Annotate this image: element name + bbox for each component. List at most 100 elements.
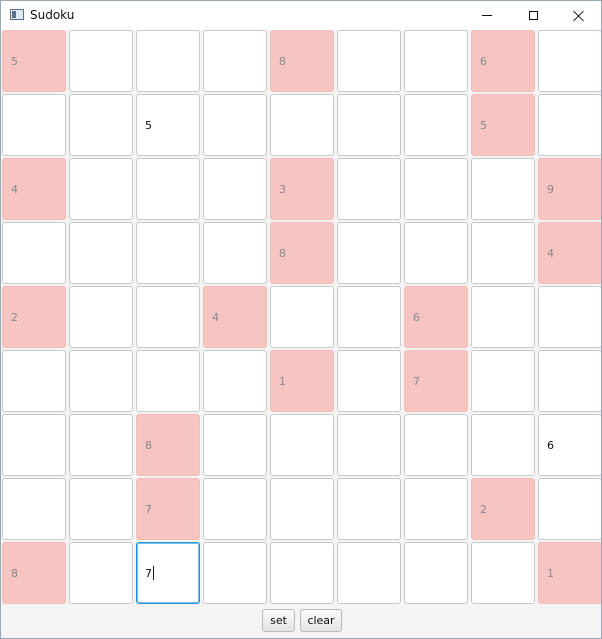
cell-r6-c7[interactable]: 7 <box>404 350 468 412</box>
cell-r3-c4[interactable] <box>203 158 267 220</box>
cell-r4-c8[interactable] <box>471 222 535 284</box>
cell-r6-c6[interactable] <box>337 350 401 412</box>
cell-r7-c9[interactable]: 6 <box>538 414 601 476</box>
cell-r3-c6[interactable] <box>337 158 401 220</box>
minimize-button[interactable] <box>464 1 510 30</box>
cell-value: 6 <box>480 54 487 68</box>
cell-r6-c2[interactable] <box>69 350 133 412</box>
cell-r5-c4[interactable]: 4 <box>203 286 267 348</box>
cell-r1-c9[interactable] <box>538 30 601 92</box>
cell-r4-c5[interactable]: 8 <box>270 222 334 284</box>
cell-r9-c4[interactable] <box>203 542 267 604</box>
cell-r5-c8[interactable] <box>471 286 535 348</box>
cell-r3-c1[interactable]: 4 <box>2 158 66 220</box>
cell-r8-c9[interactable] <box>538 478 601 540</box>
cell-r8-c8[interactable]: 2 <box>471 478 535 540</box>
cell-r6-c8[interactable] <box>471 350 535 412</box>
cell-r1-c8[interactable]: 6 <box>471 30 535 92</box>
cell-value: 7 <box>413 374 420 388</box>
cell-r2-c3[interactable]: 5 <box>136 94 200 156</box>
cell-r2-c6[interactable] <box>337 94 401 156</box>
cell-r5-c2[interactable] <box>69 286 133 348</box>
close-button[interactable] <box>556 1 601 30</box>
set-button[interactable]: set <box>262 609 295 632</box>
cell-r8-c7[interactable] <box>404 478 468 540</box>
cell-r2-c2[interactable] <box>69 94 133 156</box>
cell-r7-c4[interactable] <box>203 414 267 476</box>
cell-r2-c7[interactable] <box>404 94 468 156</box>
cell-r6-c9[interactable] <box>538 350 601 412</box>
cell-r4-c7[interactable] <box>404 222 468 284</box>
cell-r7-c8[interactable] <box>471 414 535 476</box>
cell-r5-c3[interactable] <box>136 286 200 348</box>
cell-r5-c6[interactable] <box>337 286 401 348</box>
cell-value: 6 <box>547 438 554 452</box>
title-bar: Sudoku <box>1 1 601 30</box>
cell-r1-c6[interactable] <box>337 30 401 92</box>
cell-r5-c9[interactable] <box>538 286 601 348</box>
cell-value: 6 <box>413 310 420 324</box>
cell-r8-c4[interactable] <box>203 478 267 540</box>
cell-r3-c5[interactable]: 3 <box>270 158 334 220</box>
cell-r3-c8[interactable] <box>471 158 535 220</box>
cell-r2-c9[interactable] <box>538 94 601 156</box>
maximize-button[interactable] <box>510 1 556 30</box>
cell-r6-c5[interactable]: 1 <box>270 350 334 412</box>
cell-r7-c2[interactable] <box>69 414 133 476</box>
cell-r9-c7[interactable] <box>404 542 468 604</box>
sudoku-grid: 5 8 6 5 5 4 3 9 8 4 2 4 6 1 7 8 6 7 2 8 7 1 <box>2 30 601 605</box>
cell-r1-c1[interactable]: 5 <box>2 30 66 92</box>
cell-r2-c4[interactable] <box>203 94 267 156</box>
cell-r1-c4[interactable] <box>203 30 267 92</box>
cell-r4-c3[interactable] <box>136 222 200 284</box>
cell-r8-c1[interactable] <box>2 478 66 540</box>
cell-r7-c3[interactable]: 8 <box>136 414 200 476</box>
cell-r9-c9[interactable]: 1 <box>538 542 601 604</box>
cell-r2-c1[interactable] <box>2 94 66 156</box>
cell-value: 1 <box>279 374 286 388</box>
cell-r9-c5[interactable] <box>270 542 334 604</box>
cell-r5-c5[interactable] <box>270 286 334 348</box>
cell-r4-c4[interactable] <box>203 222 267 284</box>
cell-r7-c5[interactable] <box>270 414 334 476</box>
cell-r9-c8[interactable] <box>471 542 535 604</box>
cell-r7-c7[interactable] <box>404 414 468 476</box>
cell-value: 3 <box>279 182 286 196</box>
cell-r1-c7[interactable] <box>404 30 468 92</box>
cell-r8-c2[interactable] <box>69 478 133 540</box>
clear-button[interactable]: clear <box>300 609 342 632</box>
cell-r1-c2[interactable] <box>69 30 133 92</box>
cell-value: 5 <box>11 54 18 68</box>
cell-value: 5 <box>145 118 152 132</box>
cell-r3-c7[interactable] <box>404 158 468 220</box>
cell-r8-c3[interactable]: 7 <box>136 478 200 540</box>
cell-r9-c6[interactable] <box>337 542 401 604</box>
cell-r9-c2[interactable] <box>69 542 133 604</box>
cell-r4-c1[interactable] <box>2 222 66 284</box>
cell-r1-c5[interactable]: 8 <box>270 30 334 92</box>
cell-r2-c5[interactable] <box>270 94 334 156</box>
cell-r5-c7[interactable]: 6 <box>404 286 468 348</box>
button-bar: set clear <box>2 605 601 638</box>
cell-r4-c9[interactable]: 4 <box>538 222 601 284</box>
cell-r3-c3[interactable] <box>136 158 200 220</box>
cell-r4-c6[interactable] <box>337 222 401 284</box>
cell-r1-c3[interactable] <box>136 30 200 92</box>
cell-r3-c2[interactable] <box>69 158 133 220</box>
cell-r7-c6[interactable] <box>337 414 401 476</box>
cell-r3-c9[interactable]: 9 <box>538 158 601 220</box>
cell-r2-c8[interactable]: 5 <box>471 94 535 156</box>
minimize-icon <box>482 15 492 16</box>
cell-r5-c1[interactable]: 2 <box>2 286 66 348</box>
cell-r6-c4[interactable] <box>203 350 267 412</box>
cell-r4-c2[interactable] <box>69 222 133 284</box>
cell-r6-c3[interactable] <box>136 350 200 412</box>
cell-r8-c6[interactable] <box>337 478 401 540</box>
cell-r6-c1[interactable] <box>2 350 66 412</box>
app-icon <box>10 9 24 20</box>
cell-r9-c1[interactable]: 8 <box>2 542 66 604</box>
cell-r8-c5[interactable] <box>270 478 334 540</box>
cell-value: 8 <box>145 438 152 452</box>
cell-r7-c1[interactable] <box>2 414 66 476</box>
cell-r9-c3[interactable]: 7 <box>136 542 200 604</box>
